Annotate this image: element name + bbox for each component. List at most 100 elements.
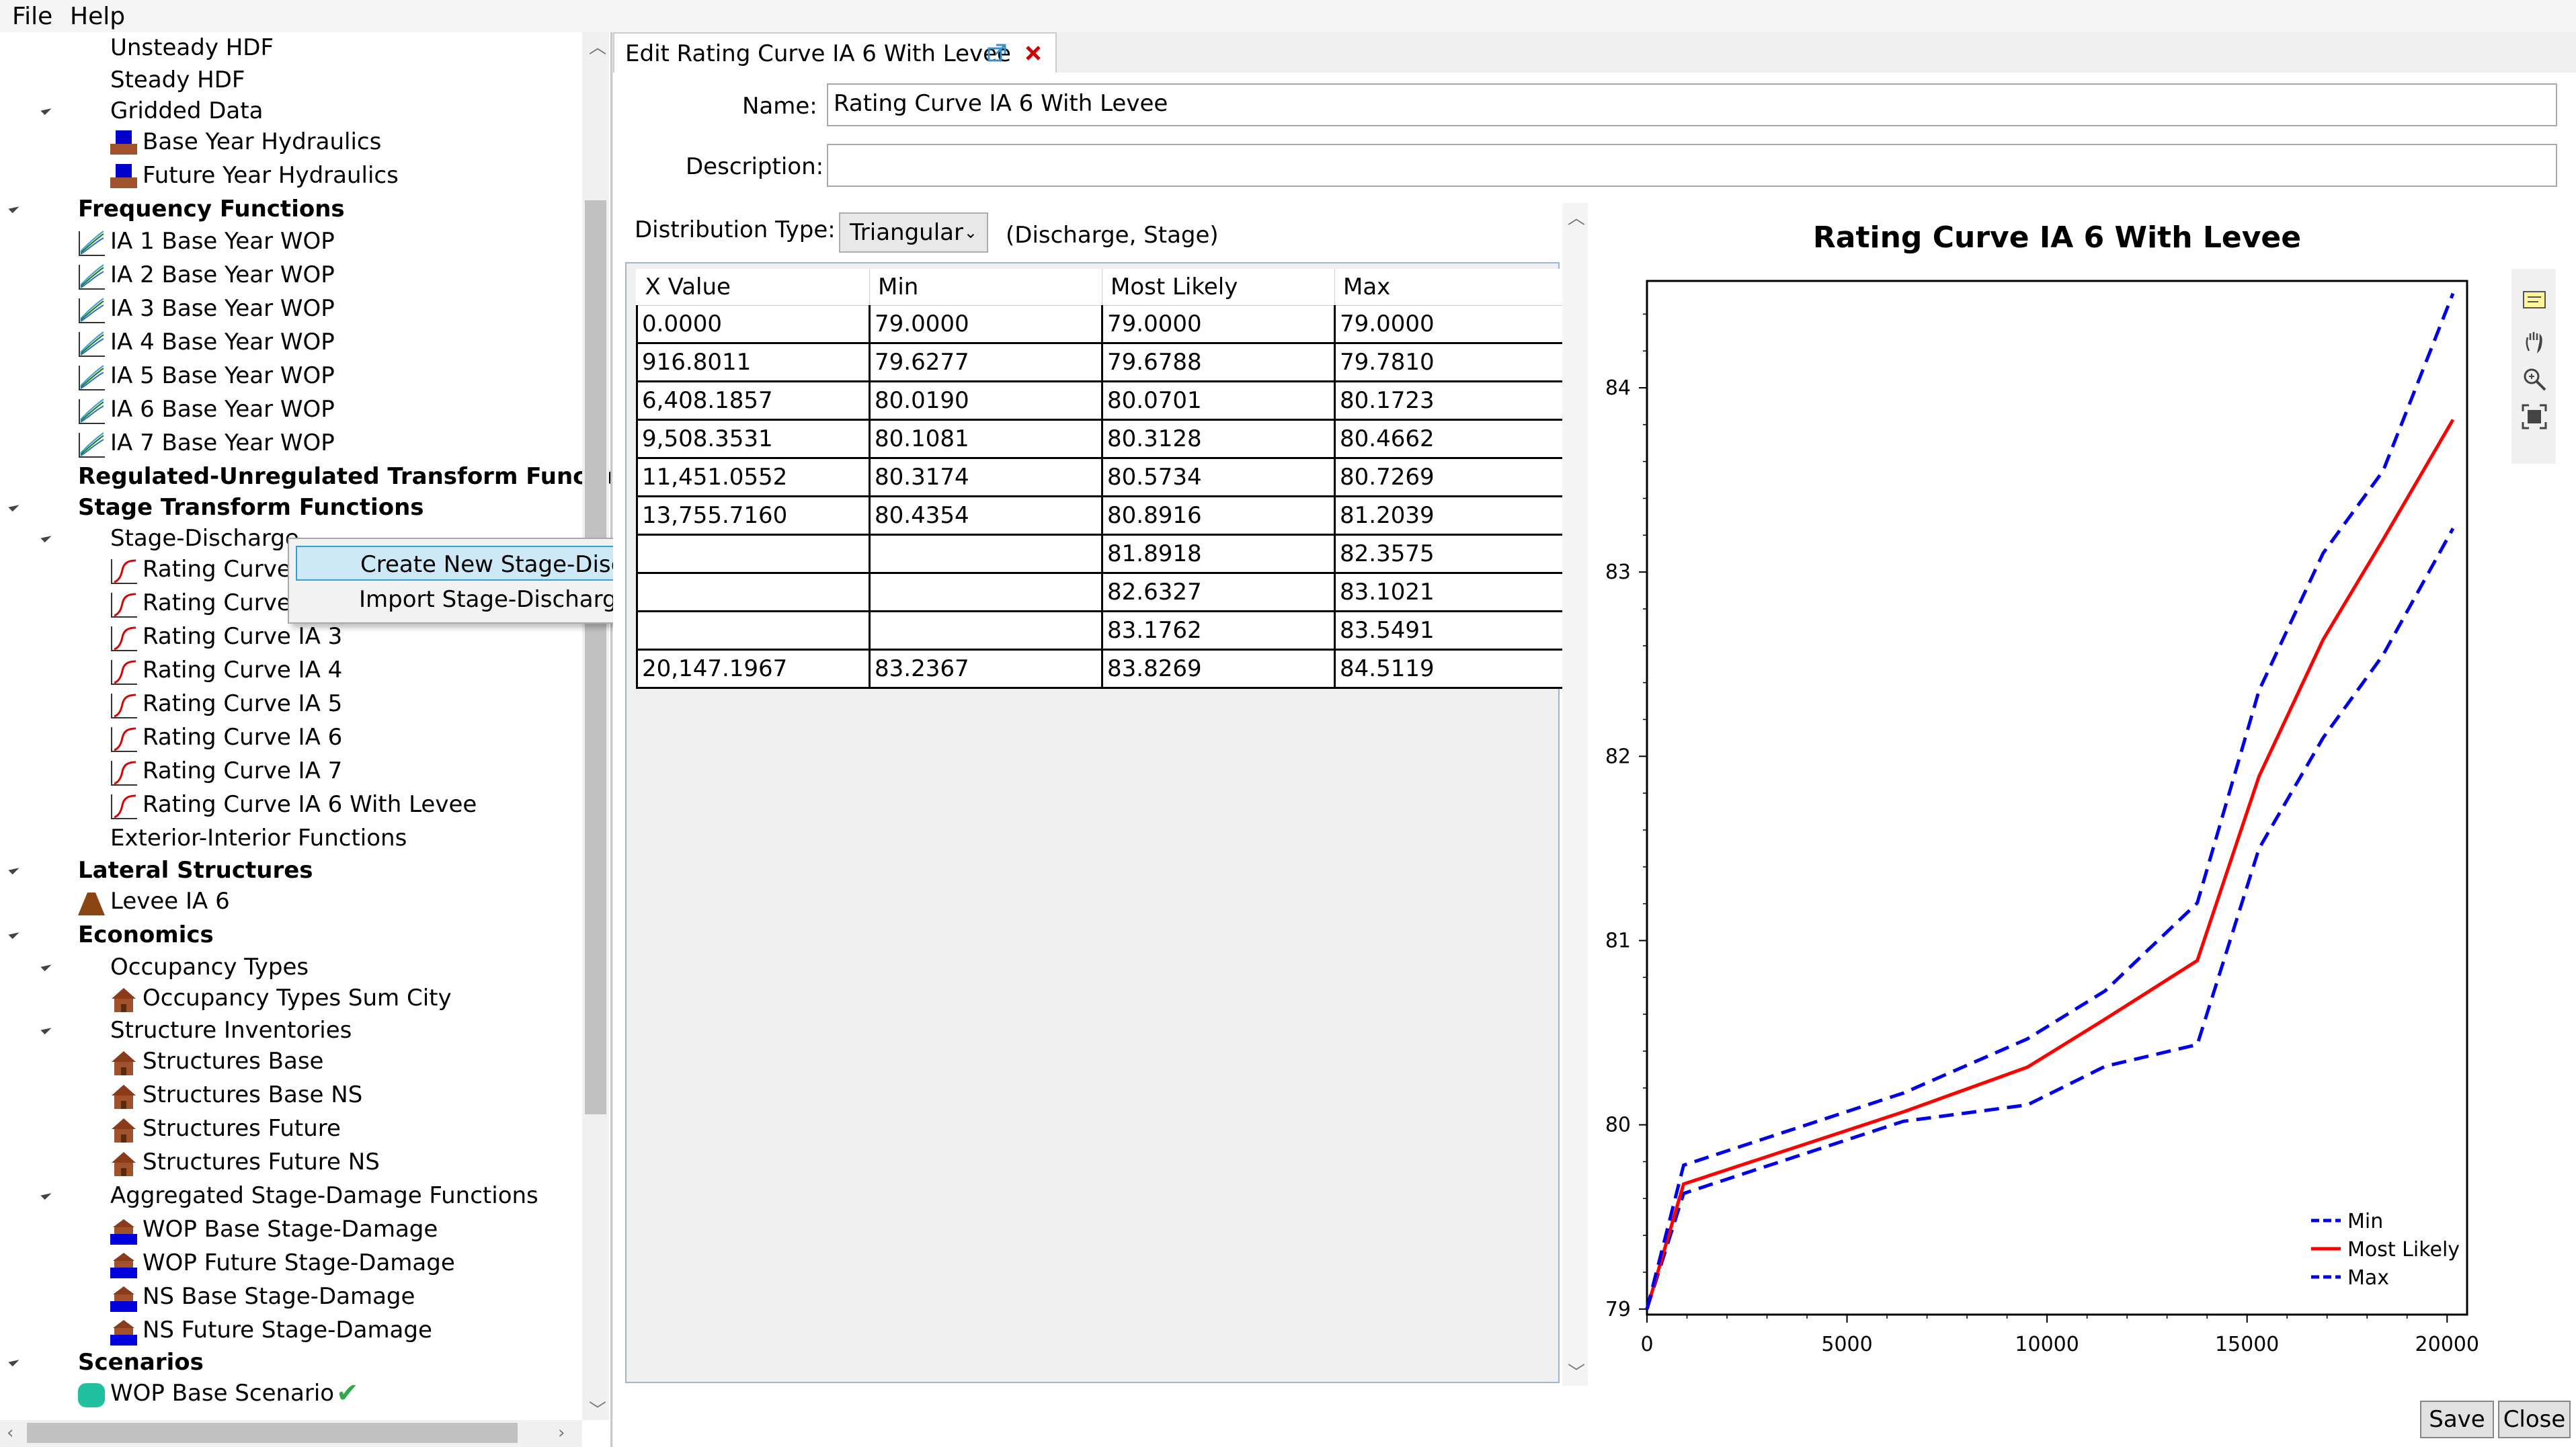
editor-tab[interactable]: Edit Rating Curve IA 6 With Levee bbox=[613, 32, 1057, 73]
table-cell[interactable]: 80.3128 bbox=[1101, 419, 1336, 459]
table-cell[interactable] bbox=[636, 534, 871, 574]
tree-node[interactable]: Unsteady HDF bbox=[70, 32, 581, 65]
tree-hscroll-thumb[interactable] bbox=[27, 1423, 518, 1443]
tree-node[interactable]: NS Future Stage-Damage bbox=[102, 1313, 610, 1347]
tree-node[interactable]: Rating Curve IA 7 bbox=[102, 754, 610, 788]
table-cell[interactable]: 81.8918 bbox=[1101, 534, 1336, 574]
table-cell[interactable]: 79.0000 bbox=[1334, 305, 1568, 344]
tree-node[interactable]: Occupancy Types bbox=[40, 950, 581, 984]
table-row[interactable]: 82.6327 83.1021 bbox=[636, 573, 1568, 612]
tree-vertical-scrollbar[interactable]: ︿ ﹀ bbox=[582, 32, 609, 1421]
pan-icon[interactable] bbox=[2521, 328, 2548, 355]
zoom-icon[interactable] bbox=[2521, 366, 2548, 392]
tree-node[interactable]: Base Year Hydraulics bbox=[102, 125, 610, 159]
pop-out-icon[interactable] bbox=[987, 43, 1007, 63]
table-row[interactable]: 83.1762 83.5491 bbox=[636, 611, 1568, 651]
tree-node[interactable]: WOP Future Stage-Damage bbox=[102, 1246, 610, 1280]
close-button[interactable]: Close bbox=[2498, 1401, 2571, 1438]
tree-node[interactable]: WOP Base Stage-Damage bbox=[102, 1212, 610, 1246]
save-button[interactable]: Save bbox=[2420, 1401, 2494, 1438]
tree-node[interactable]: Economics bbox=[8, 918, 549, 952]
scroll-up-icon[interactable]: ︿ bbox=[589, 34, 606, 58]
scroll-up-icon[interactable]: ︿ bbox=[1568, 204, 1585, 229]
expander-icon[interactable] bbox=[40, 104, 52, 116]
tree-node[interactable]: Rating Curve IA 5 bbox=[102, 687, 610, 720]
table-cell[interactable]: 83.1762 bbox=[1101, 611, 1336, 651]
tree-node[interactable]: IA 2 Base Year WOP bbox=[70, 258, 581, 292]
table-cell[interactable]: 79.6788 bbox=[1101, 343, 1336, 382]
name-field[interactable]: Rating Curve IA 6 With Levee bbox=[827, 83, 2557, 126]
tree-node[interactable]: IA 7 Base Year WOP bbox=[70, 426, 581, 460]
distribution-type-select[interactable]: Triangular ⌄ bbox=[839, 212, 988, 253]
table-cell[interactable]: 11,451.0552 bbox=[636, 458, 871, 497]
table-cell[interactable]: 79.0000 bbox=[869, 305, 1103, 344]
tree-node[interactable]: IA 4 Base Year WOP bbox=[70, 325, 581, 359]
table-cell[interactable]: 80.3174 bbox=[869, 458, 1103, 497]
table-cell[interactable]: 84.5119 bbox=[1334, 649, 1568, 689]
annotation-icon[interactable] bbox=[2521, 289, 2548, 316]
table-cell[interactable]: 79.6277 bbox=[869, 343, 1103, 382]
table-cell[interactable]: 20,147.1967 bbox=[636, 649, 871, 689]
expander-icon[interactable] bbox=[8, 202, 19, 214]
table-cell[interactable]: 82.6327 bbox=[1101, 573, 1336, 612]
table-cell[interactable] bbox=[869, 611, 1103, 651]
table-cell[interactable]: 83.8269 bbox=[1101, 649, 1336, 689]
table-cell[interactable]: 80.1723 bbox=[1334, 381, 1568, 421]
table-row[interactable]: 6,408.1857 80.0190 80.0701 80.1723 bbox=[636, 381, 1568, 421]
table-row[interactable]: 0.0000 79.0000 79.0000 79.0000 bbox=[636, 305, 1568, 344]
tree-node[interactable]: Rating Curve IA 3 bbox=[102, 620, 610, 653]
table-cell[interactable]: 80.5734 bbox=[1101, 458, 1336, 497]
table-row[interactable]: 13,755.7160 80.4354 80.8916 81.2039 bbox=[636, 496, 1568, 536]
zoom-extents-icon[interactable] bbox=[2521, 403, 2548, 430]
close-tab-icon[interactable] bbox=[1024, 44, 1042, 62]
table-cell[interactable]: 83.1021 bbox=[1334, 573, 1568, 612]
column-header[interactable]: Most Likely bbox=[1102, 269, 1335, 306]
table-cell[interactable]: 81.2039 bbox=[1334, 496, 1568, 536]
rating-curve-table[interactable]: X Value Min Most Likely Max 0.0000 79.000… bbox=[636, 269, 1568, 689]
expander-icon[interactable] bbox=[40, 1023, 52, 1035]
table-cell[interactable] bbox=[636, 573, 871, 612]
description-field[interactable] bbox=[827, 144, 2557, 187]
tree-node[interactable]: Aggregated Stage-Damage Functions bbox=[40, 1179, 581, 1212]
table-cell[interactable]: 916.8011 bbox=[636, 343, 871, 382]
scroll-down-icon[interactable]: ﹀ bbox=[589, 1397, 606, 1421]
tree-node[interactable]: Rating Curve IA 4 bbox=[102, 653, 610, 687]
expander-icon[interactable] bbox=[8, 1355, 19, 1367]
tree-node[interactable]: Frequency Functions bbox=[8, 192, 549, 226]
table-cell[interactable]: 80.1081 bbox=[869, 419, 1103, 459]
table-row[interactable]: 9,508.3531 80.1081 80.3128 80.4662 bbox=[636, 419, 1568, 459]
tree-node[interactable]: Structures Base NS bbox=[102, 1078, 610, 1112]
table-row[interactable]: 11,451.0552 80.3174 80.5734 80.7269 bbox=[636, 458, 1568, 497]
column-header[interactable]: Min bbox=[869, 269, 1102, 306]
rating-curve-chart[interactable]: Rating Curve IA 6 With Levee 0 5000 10000 15… bbox=[1593, 202, 2541, 1384]
table-cell[interactable]: 80.7269 bbox=[1334, 458, 1568, 497]
table-cell[interactable]: 80.8916 bbox=[1101, 496, 1336, 536]
tree-node[interactable]: WOP Base Scenario ✔ bbox=[70, 1376, 581, 1410]
table-cell[interactable] bbox=[869, 573, 1103, 612]
expander-icon[interactable] bbox=[8, 863, 19, 875]
column-header[interactable]: Max bbox=[1334, 269, 1568, 306]
tree-node[interactable]: Regulated-Unregulated Transform Function… bbox=[38, 460, 610, 493]
table-cell[interactable]: 6,408.1857 bbox=[636, 381, 871, 421]
table-cell[interactable]: 79.7810 bbox=[1334, 343, 1568, 382]
tree-node[interactable]: IA 6 Base Year WOP bbox=[70, 392, 581, 426]
tree-node[interactable]: Structures Future NS bbox=[102, 1145, 610, 1179]
tree-scroll-thumb[interactable] bbox=[585, 200, 606, 1114]
scroll-down-icon[interactable]: ﹀ bbox=[1568, 1359, 1585, 1384]
scroll-left-icon[interactable]: ‹ bbox=[7, 1423, 13, 1443]
tree-node[interactable]: Future Year Hydraulics bbox=[102, 159, 610, 192]
table-row[interactable]: 916.8011 79.6277 79.6788 79.7810 bbox=[636, 343, 1568, 382]
tree-node[interactable]: NS Base Stage-Damage bbox=[102, 1280, 610, 1313]
expander-icon[interactable] bbox=[40, 531, 52, 543]
tree-node[interactable]: Rating Curve IA 6 With Levee bbox=[102, 788, 610, 821]
table-cell[interactable]: 80.4354 bbox=[869, 496, 1103, 536]
table-row[interactable]: 81.8918 82.3575 bbox=[636, 534, 1568, 574]
expander-icon[interactable] bbox=[40, 1188, 52, 1200]
table-cell[interactable] bbox=[636, 611, 871, 651]
tree-node[interactable]: Rating Curve IA 6 bbox=[102, 720, 610, 754]
help-menu[interactable]: Help bbox=[70, 3, 125, 30]
expander-icon[interactable] bbox=[8, 927, 19, 940]
table-cell[interactable]: 80.0190 bbox=[869, 381, 1103, 421]
tree-node[interactable]: Structures Base bbox=[102, 1044, 610, 1078]
table-cell[interactable]: 79.0000 bbox=[1101, 305, 1336, 344]
